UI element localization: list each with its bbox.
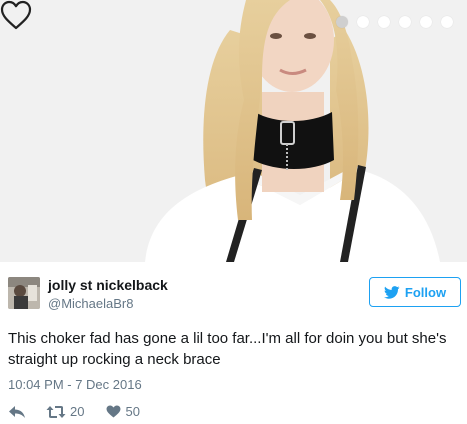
follow-label: Follow — [404, 284, 447, 300]
like-button[interactable]: 50 — [106, 404, 140, 419]
page: jolly st nickelback @MichaelaBr8 Follow … — [0, 0, 467, 424]
avatar[interactable] — [8, 277, 40, 309]
carousel-dot[interactable] — [399, 16, 411, 28]
carousel-dots — [336, 16, 453, 28]
like-heart-icon — [107, 405, 121, 418]
carousel-dot[interactable] — [441, 16, 453, 28]
carousel-dot[interactable] — [420, 16, 432, 28]
twitter-bird-icon — [383, 285, 400, 299]
retweet-count: 20 — [70, 404, 85, 419]
product-photo — [0, 0, 467, 262]
retweet-button[interactable]: 20 — [46, 404, 84, 419]
display-name[interactable]: jolly st nickelback — [48, 277, 168, 293]
user-handle[interactable]: @MichaelaBr8 — [48, 296, 133, 311]
carousel-dot[interactable] — [336, 16, 348, 28]
tweet-actions: 20 50 — [8, 404, 140, 419]
follow-button[interactable]: Follow — [369, 277, 461, 307]
model-photo-illustration — [0, 0, 467, 262]
carousel-dot[interactable] — [357, 16, 369, 28]
avatar-image — [8, 277, 40, 309]
reply-icon — [9, 405, 25, 418]
tweet-card: jolly st nickelback @MichaelaBr8 Follow … — [0, 262, 467, 424]
reply-button[interactable] — [8, 405, 26, 419]
like-count: 50 — [125, 404, 140, 419]
retweet-icon — [46, 405, 66, 418]
tweet-text: This choker fad has gone a lil too far..… — [8, 330, 447, 368]
tweet-timestamp[interactable]: 10:04 PM - 7 Dec 2016 — [8, 377, 142, 392]
heart-icon[interactable] — [0, 0, 32, 30]
carousel-dot[interactable] — [378, 16, 390, 28]
